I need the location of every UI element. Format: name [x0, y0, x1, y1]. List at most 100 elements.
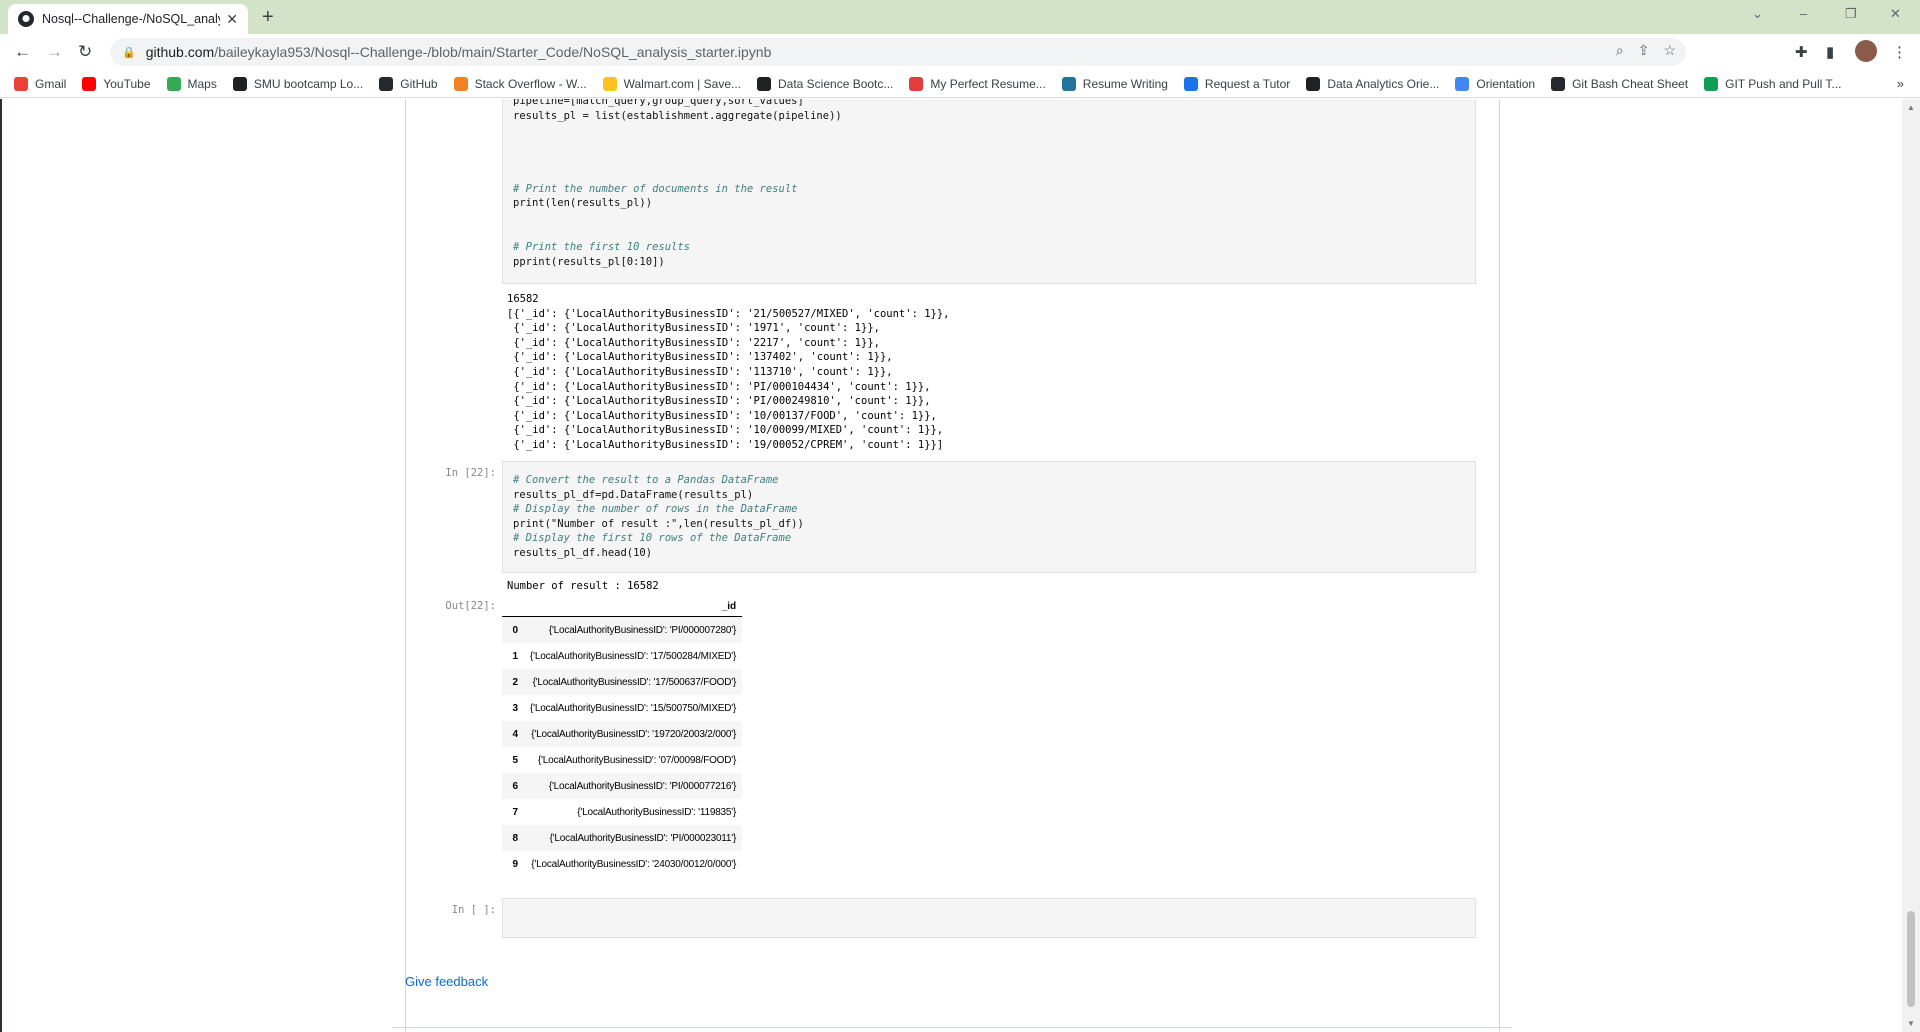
bookmark-item[interactable]: My Perfect Resume...: [909, 76, 1046, 91]
table-row: 3 {'LocalAuthorityBusinessID': '15/500750…: [502, 695, 742, 721]
cell-22-stdout: Number of result : 16582: [507, 580, 659, 592]
row-value: {'LocalAuthorityBusinessID': '19720/2003…: [531, 728, 737, 740]
bookmark-label: My Perfect Resume...: [930, 76, 1046, 91]
restore-button[interactable]: ❐: [1845, 6, 1857, 22]
bookmark-favicon-icon: [1455, 76, 1470, 91]
address-bar[interactable]: 🔒 github.com/baileykayla953/Nosql--Chall…: [110, 38, 1686, 66]
scrollbar-thumb[interactable]: [1907, 911, 1915, 1007]
row-index: 6: [512, 780, 518, 792]
output-line: {'_id': {'LocalAuthorityBusinessID': '10…: [507, 424, 944, 437]
row-index: 0: [512, 624, 518, 636]
page-scrollbar[interactable]: ▲ ▼: [1902, 99, 1920, 1032]
dataframe-index-header: [502, 597, 524, 617]
row-value: {'LocalAuthorityBusinessID': '17/500284/…: [530, 650, 737, 662]
empty-code-cell[interactable]: [502, 898, 1476, 938]
bookmark-favicon-icon: [602, 76, 617, 91]
output-line: {'_id': {'LocalAuthorityBusinessID': 'PI…: [507, 395, 931, 408]
code-line: # Print the number of documents in the r…: [513, 182, 798, 195]
row-value: {'LocalAuthorityBusinessID': '17/500637/…: [532, 676, 737, 688]
out-prompt-22: Out[22]:: [445, 600, 496, 612]
profile-avatar[interactable]: [1855, 40, 1877, 62]
code-line: # Print the first 10 results: [513, 240, 691, 253]
code-cell-22[interactable]: # Convert the result to a Pandas DataFra…: [502, 461, 1476, 573]
bookmark-label: Request a Tutor: [1204, 76, 1291, 91]
bookmark-item[interactable]: GIT Push and Pull T...: [1704, 76, 1841, 91]
url-text: github.com/baileykayla953/Nosql--Challen…: [145, 44, 772, 60]
forward-icon[interactable]: →: [46, 42, 63, 62]
bookmark-label: GitHub: [400, 76, 438, 91]
bookmark-item[interactable]: Resume Writing: [1061, 76, 1168, 91]
bookmark-label: Gmail: [35, 76, 67, 91]
back-icon[interactable]: ←: [14, 42, 31, 62]
extensions-icon[interactable]: ✚: [1795, 43, 1808, 61]
bookmark-favicon-icon: [379, 76, 394, 91]
bookmark-favicon-icon: [1061, 76, 1076, 91]
table-row: 7 {'LocalAuthorityBusinessID': '119835'}: [502, 799, 742, 825]
side-panel-icon[interactable]: ▮: [1826, 43, 1834, 61]
bookmark-item[interactable]: Stack Overflow - W...: [453, 76, 587, 91]
bookmark-favicon-icon: [453, 76, 468, 91]
dataframe-table: _id 0 {'LocalAuthorityBusinessID': 'PI/00…: [502, 597, 743, 877]
close-window-button[interactable]: ✕: [1890, 6, 1901, 22]
code-line: print(len(results_pl)): [513, 197, 653, 210]
output-line: 16582: [507, 293, 539, 305]
browser-tab[interactable]: Nosql--Challenge-/NoSQL_analy ✕: [8, 4, 248, 34]
bookmark-item[interactable]: Data Analytics Orie...: [1306, 76, 1440, 91]
bookmark-item[interactable]: Data Science Bootc...: [757, 76, 893, 91]
row-value: {'LocalAuthorityBusinessID': 'PI/0000772…: [548, 780, 737, 792]
scroll-up-icon[interactable]: ▲: [1907, 103, 1915, 112]
row-value: {'LocalAuthorityBusinessID': '15/500750/…: [530, 702, 737, 714]
share-icon[interactable]: ⇪: [1638, 42, 1650, 59]
reload-icon[interactable]: ↻: [78, 42, 92, 62]
output-line: [{'_id': {'LocalAuthorityBusinessID': '2…: [507, 307, 950, 320]
minimize-button[interactable]: –: [1800, 6, 1807, 21]
row-index: 1: [512, 650, 518, 662]
code-line: results_pl = list(establishment.aggregat…: [513, 109, 842, 122]
close-tab-icon[interactable]: ✕: [226, 11, 238, 28]
bookmark-item[interactable]: YouTube: [82, 76, 151, 91]
bookmark-item[interactable]: GitHub: [379, 76, 438, 91]
zoom-icon[interactable]: ⌕: [1616, 42, 1624, 59]
bookmark-label: Stack Overflow - W...: [474, 76, 587, 91]
code-cell-21[interactable]: pipeline=[match_query,group_query,sort_v…: [502, 99, 1476, 284]
bookmark-favicon-icon: [1704, 76, 1719, 91]
bookmark-item[interactable]: Gmail: [14, 76, 67, 91]
table-row: 9 {'LocalAuthorityBusinessID': '24030/001…: [502, 851, 742, 877]
bookmark-item[interactable]: Request a Tutor: [1183, 76, 1291, 91]
bookmarks-overflow-icon[interactable]: »: [1897, 76, 1904, 91]
bookmark-item[interactable]: Git Bash Cheat Sheet: [1551, 76, 1688, 91]
new-tab-button[interactable]: +: [262, 6, 274, 29]
bookmark-favicon-icon: [232, 76, 247, 91]
code-line: pipeline=[match_query,group_query,sort_v…: [513, 99, 804, 107]
scroll-down-icon[interactable]: ▼: [1907, 1019, 1915, 1028]
row-index: 3: [512, 702, 518, 714]
bookmark-label: Data Analytics Orie...: [1327, 76, 1440, 91]
bookmark-star-icon[interactable]: ☆: [1663, 42, 1676, 59]
row-value: {'LocalAuthorityBusinessID': 'PI/0000072…: [548, 624, 737, 636]
output-line: {'_id': {'LocalAuthorityBusinessID': '11…: [507, 365, 893, 378]
in-prompt-22: In [22]:: [445, 467, 496, 479]
row-value: {'LocalAuthorityBusinessID': 'PI/0000230…: [549, 832, 737, 844]
output-line: {'_id': {'LocalAuthorityBusinessID': '10…: [507, 409, 937, 422]
row-value: {'LocalAuthorityBusinessID': '119835'}: [577, 806, 737, 818]
tab-search-icon[interactable]: ⌄: [1752, 6, 1763, 22]
bookmark-item[interactable]: Orientation: [1455, 76, 1535, 91]
menu-icon[interactable]: ⋮: [1892, 43, 1907, 61]
bookmark-item[interactable]: SMU bootcamp Lo...: [232, 76, 363, 91]
bookmark-label: Maps: [187, 76, 217, 91]
table-row: 6 {'LocalAuthorityBusinessID': 'PI/000077…: [502, 773, 743, 799]
bookmark-label: Walmart.com | Save...: [623, 76, 741, 91]
row-index: 2: [512, 676, 518, 688]
dataframe-header-row: _id: [502, 597, 743, 617]
output-line: {'_id': {'LocalAuthorityBusinessID': 'PI…: [507, 380, 931, 393]
code-line: print("Number of result :",len(results_p…: [513, 517, 804, 530]
output-line: {'_id': {'LocalAuthorityBusinessID': '19…: [507, 322, 880, 335]
code-line: # Display the first 10 rows of the DataF…: [513, 532, 792, 545]
bookmark-favicon-icon: [1306, 76, 1321, 91]
bookmark-item[interactable]: Walmart.com | Save...: [602, 76, 741, 91]
bookmark-item[interactable]: Maps: [166, 76, 217, 91]
give-feedback-link[interactable]: Give feedback: [405, 974, 488, 989]
tab-title: Nosql--Challenge-/NoSQL_analy: [42, 12, 220, 26]
